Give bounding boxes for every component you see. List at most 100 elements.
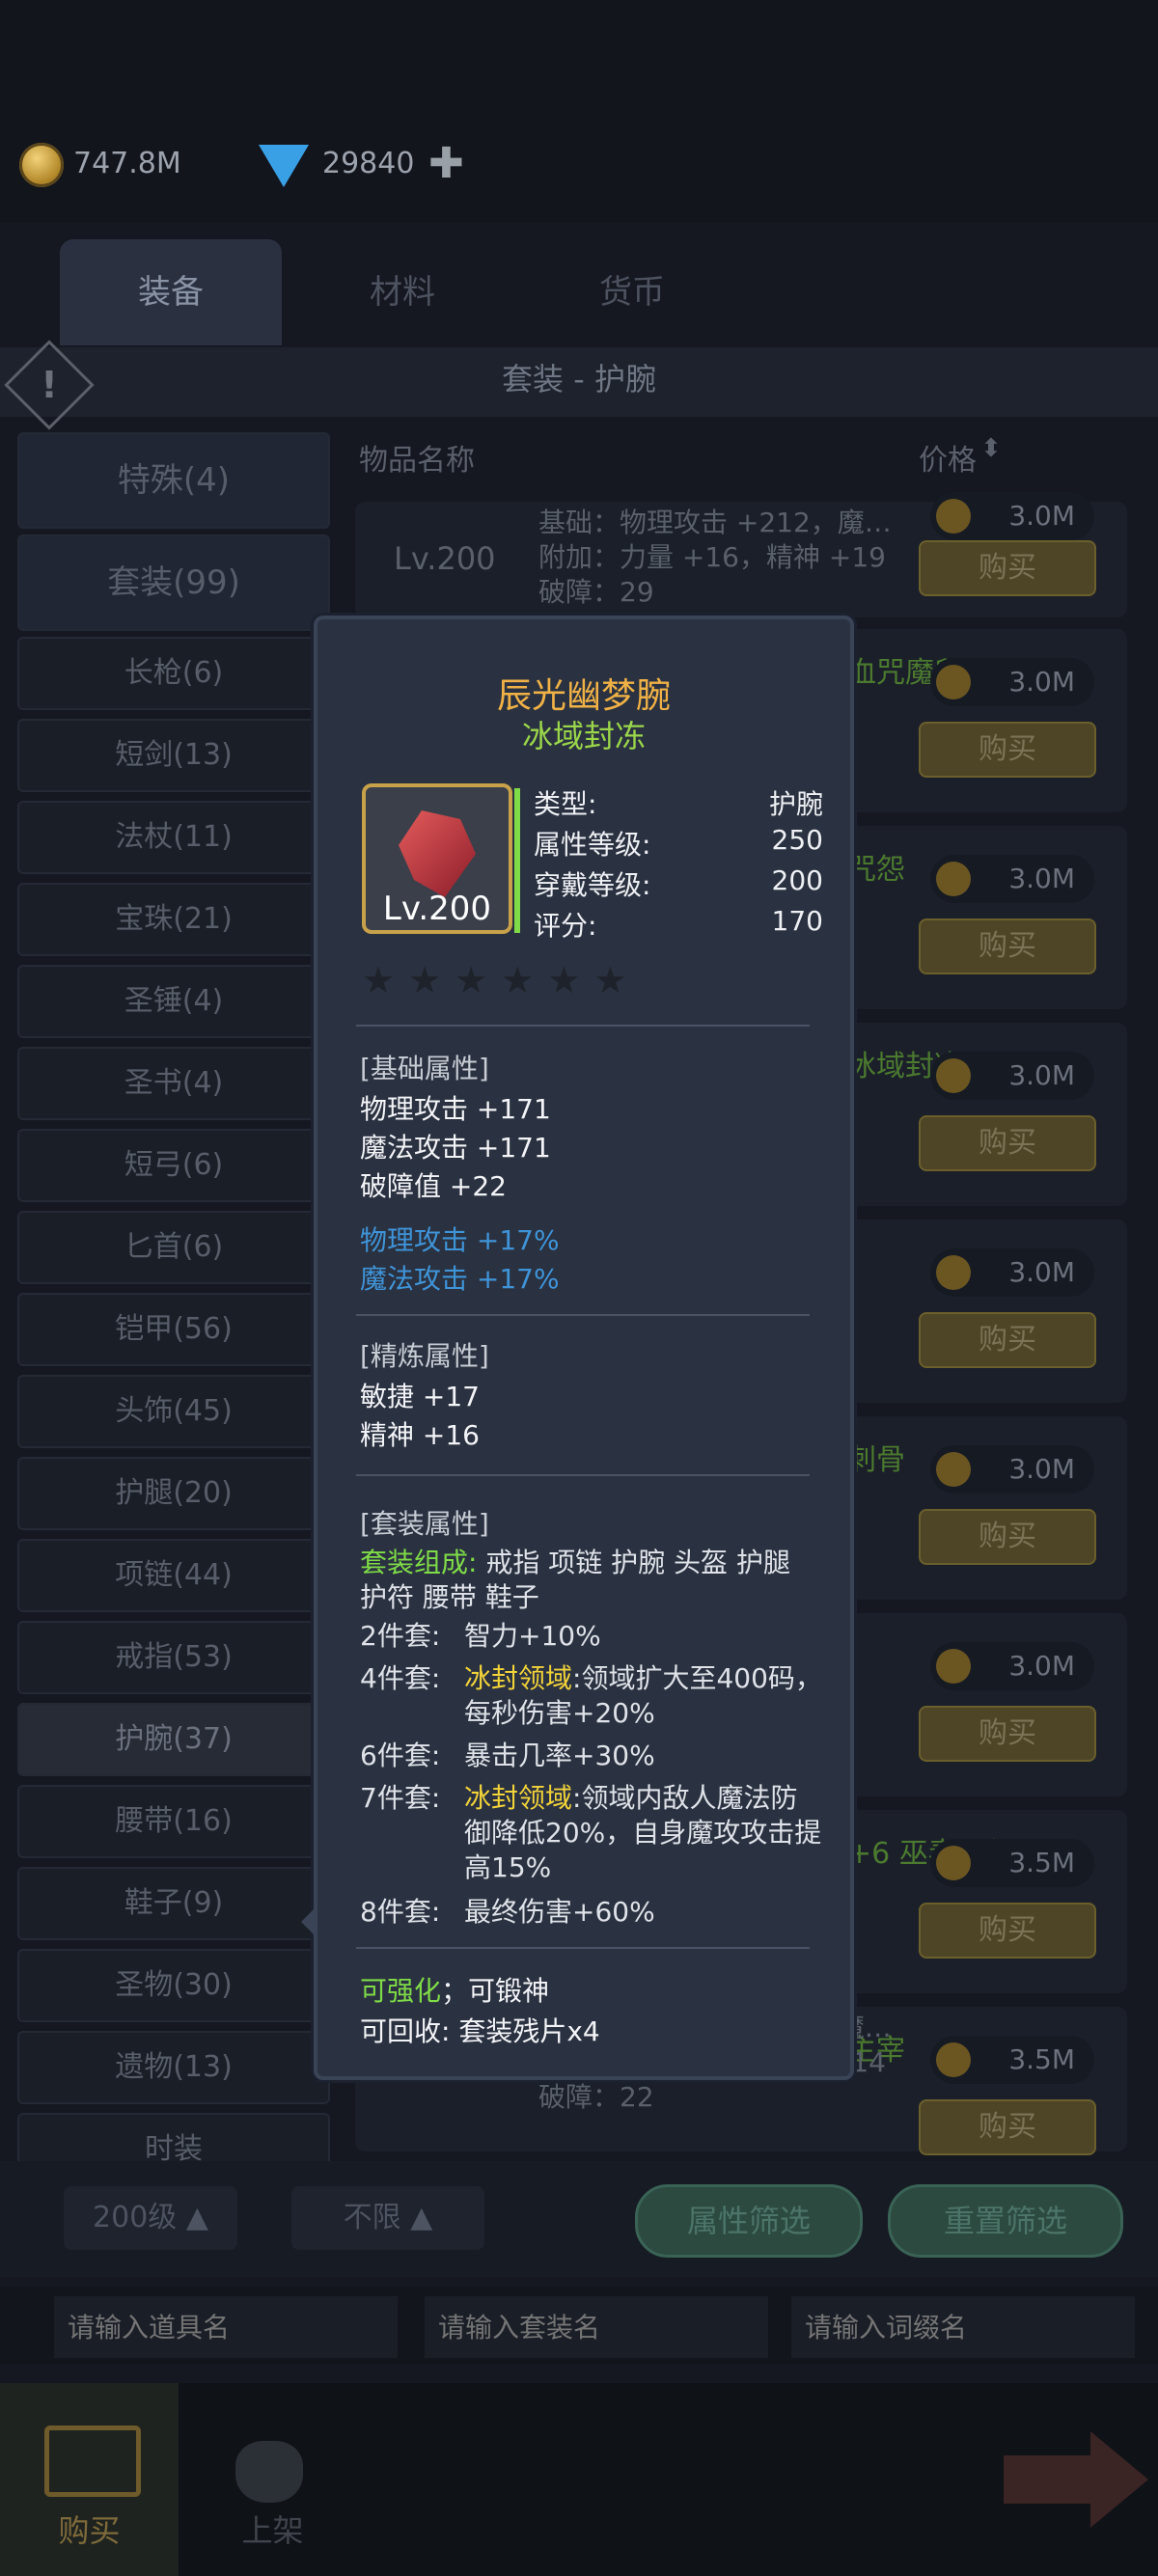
category-item[interactable]: 护腿(20) — [17, 1457, 330, 1530]
bonus-stat: 物理攻击 +17% — [360, 1224, 560, 1256]
base-stat: 魔法攻击 +171 — [360, 1132, 551, 1164]
item-row-line: 破障：29 — [538, 576, 654, 608]
recycle-value: 套装残片x4 — [458, 2015, 600, 2047]
recycle-line: 可回收: 套装残片x4 — [360, 2011, 600, 2049]
item-level-badge: Lv.200 — [382, 890, 492, 928]
diamond-icon — [259, 145, 309, 187]
nav-list[interactable]: 上架 — [183, 2383, 362, 2576]
tab-materials[interactable]: 材料 — [291, 239, 513, 345]
buy-button[interactable]: 购买 — [919, 1115, 1096, 1171]
set-bonus-text: 暴击几率+30% — [464, 1740, 655, 1771]
buy-button[interactable]: 购买 — [919, 918, 1096, 974]
star-icon: ★ — [362, 959, 396, 1001]
category-item[interactable]: 圣锤(4) — [17, 965, 330, 1038]
list-item[interactable]: 基础：物理攻击 +212，魔… 附加：力量 +16，精神 +19 破障：29 Lv.2… — [355, 492, 1127, 617]
item-tooltip: 辰光幽梦腕 冰域封冻 Lv.200 类型: 护腕 属性等级: 250 穿戴等级: 200 评… — [314, 616, 854, 2080]
money-bag-icon — [235, 2441, 303, 2503]
level-filter-label: 200级 — [93, 2201, 178, 2234]
level-filter[interactable]: 200级 ▲ — [64, 2186, 237, 2250]
price-value: 3.0M — [1008, 1650, 1075, 1682]
prop-key: 类型: — [534, 788, 597, 820]
set-bonus-key: 7件套: — [360, 1782, 441, 1814]
affix-name-input[interactable] — [791, 2296, 1135, 2358]
category-item[interactable]: 遗物(13) — [17, 2031, 330, 2104]
divider — [356, 1474, 810, 1476]
category-item[interactable]: 鞋子(9) — [17, 1867, 330, 1940]
set-composition: 套装组成: 戒指 项链 护腕 头盔 护腿 护符 腰带 鞋子 — [360, 1546, 823, 1615]
nav-list-label: 上架 — [241, 2512, 304, 2549]
category-item[interactable]: 宝珠(21) — [17, 883, 330, 956]
set-bonus-desc: 暴击几率+30% — [464, 1739, 823, 1773]
attribute-filter-button[interactable]: 属性筛选 — [635, 2184, 863, 2258]
item-prop-row: 穿戴等级: 200 — [534, 864, 823, 903]
price-pill: 3.0M — [930, 1052, 1094, 1100]
item-name: 辰光幽梦腕 — [496, 676, 671, 716]
coin-icon — [936, 862, 971, 896]
diamond-amount: 29840 — [322, 147, 415, 180]
column-price[interactable]: 价格 — [919, 436, 977, 479]
set-bonus: 4件套: 冰封领域:领域扩大至400码，每秒伤害+20% — [360, 1661, 823, 1729]
item-row-line: 破障：22 — [538, 2081, 654, 2113]
item-row-name: 咒怨 — [847, 853, 905, 887]
price-value: 3.0M — [1008, 1059, 1075, 1091]
set-composition-label: 套装组成: — [360, 1547, 478, 1578]
category-item[interactable]: 项链(44) — [17, 1539, 330, 1612]
set-bonus-key: 6件套: — [360, 1740, 441, 1771]
set-bonus-key: 8件套: — [360, 1896, 441, 1928]
coin-icon — [936, 1255, 971, 1290]
price-pill: 3.0M — [930, 1445, 1094, 1494]
category-item[interactable]: 头饰(45) — [17, 1375, 330, 1448]
set-name-input[interactable] — [425, 2296, 768, 2358]
plus-icon[interactable]: ✚ — [428, 139, 464, 188]
nav-buy-label: 购买 — [58, 2512, 121, 2549]
buy-button[interactable]: 购买 — [919, 2099, 1096, 2155]
sort-icon[interactable]: ⬍ — [980, 434, 1002, 463]
category-item[interactable]: 圣物(30) — [17, 1949, 330, 2022]
category-item[interactable]: 铠甲(56) — [17, 1293, 330, 1366]
category-item[interactable]: 短弓(6) — [17, 1129, 330, 1202]
set-bonus-desc: 冰封领域:领域内敌人魔法防御降低20%，自身魔攻攻击提高15% — [464, 1781, 823, 1885]
nav-buy[interactable]: 购买 — [0, 2383, 179, 2576]
limit-filter[interactable]: 不限 ▲ — [291, 2186, 484, 2250]
buy-button[interactable]: 购买 — [919, 722, 1096, 778]
price-pill: 3.0M — [930, 492, 1094, 540]
category-item[interactable]: 套装(99) — [17, 534, 330, 631]
set-bonus-highlight: 冰封领域 — [464, 1662, 573, 1694]
gold-amount: 747.8M — [73, 147, 181, 180]
tab-equipment[interactable]: 装备 — [60, 239, 282, 345]
item-row-line: 附加：力量 +16，精神 +19 — [538, 541, 886, 573]
coin-icon — [936, 665, 971, 699]
star-icon: ★ — [408, 959, 442, 1001]
category-item[interactable]: 法杖(11) — [17, 801, 330, 874]
reset-filter-button[interactable]: 重置筛选 — [888, 2184, 1123, 2258]
category-item[interactable]: 特殊(4) — [17, 432, 330, 529]
category-item[interactable]: 腰带(16) — [17, 1785, 330, 1858]
base-stat: 破障值 +22 — [360, 1170, 507, 1202]
category-item[interactable]: 护腕(37) — [17, 1703, 330, 1776]
tab-currency[interactable]: 货币 — [521, 239, 743, 345]
page-title: 套装 - 护腕 — [502, 361, 656, 397]
buy-button[interactable]: 购买 — [919, 1706, 1096, 1762]
buy-button[interactable]: 购买 — [919, 540, 1096, 596]
category-item[interactable]: 戒指(53) — [17, 1621, 330, 1694]
category-item[interactable]: 圣书(4) — [17, 1047, 330, 1120]
price-pill: 3.0M — [930, 855, 1094, 903]
prop-key: 评分: — [534, 910, 597, 942]
buy-button[interactable]: 购买 — [919, 1312, 1096, 1368]
item-prop-row: 类型: 护腕 — [534, 783, 823, 822]
buy-button[interactable]: 购买 — [919, 1903, 1096, 1959]
category-item[interactable]: 短剑(13) — [17, 719, 330, 792]
coin-icon — [936, 1846, 971, 1880]
coin-icon — [936, 2042, 971, 2077]
category-item[interactable]: 匕首(6) — [17, 1211, 330, 1284]
buy-button[interactable]: 购买 — [919, 1509, 1096, 1565]
prop-value: 250 — [771, 824, 823, 856]
coin-icon — [936, 1452, 971, 1487]
prop-key: 属性等级: — [534, 829, 651, 861]
item-name-input[interactable] — [54, 2296, 398, 2358]
set-indicator — [514, 788, 520, 933]
item-row-line: 基础：物理攻击 +212，魔… — [538, 507, 892, 538]
list-header: 物品名称 价格 ⬍ — [347, 425, 1158, 492]
category-item[interactable]: 长枪(6) — [17, 637, 330, 710]
set-attributes-title: [套装属性] — [360, 1508, 489, 1540]
